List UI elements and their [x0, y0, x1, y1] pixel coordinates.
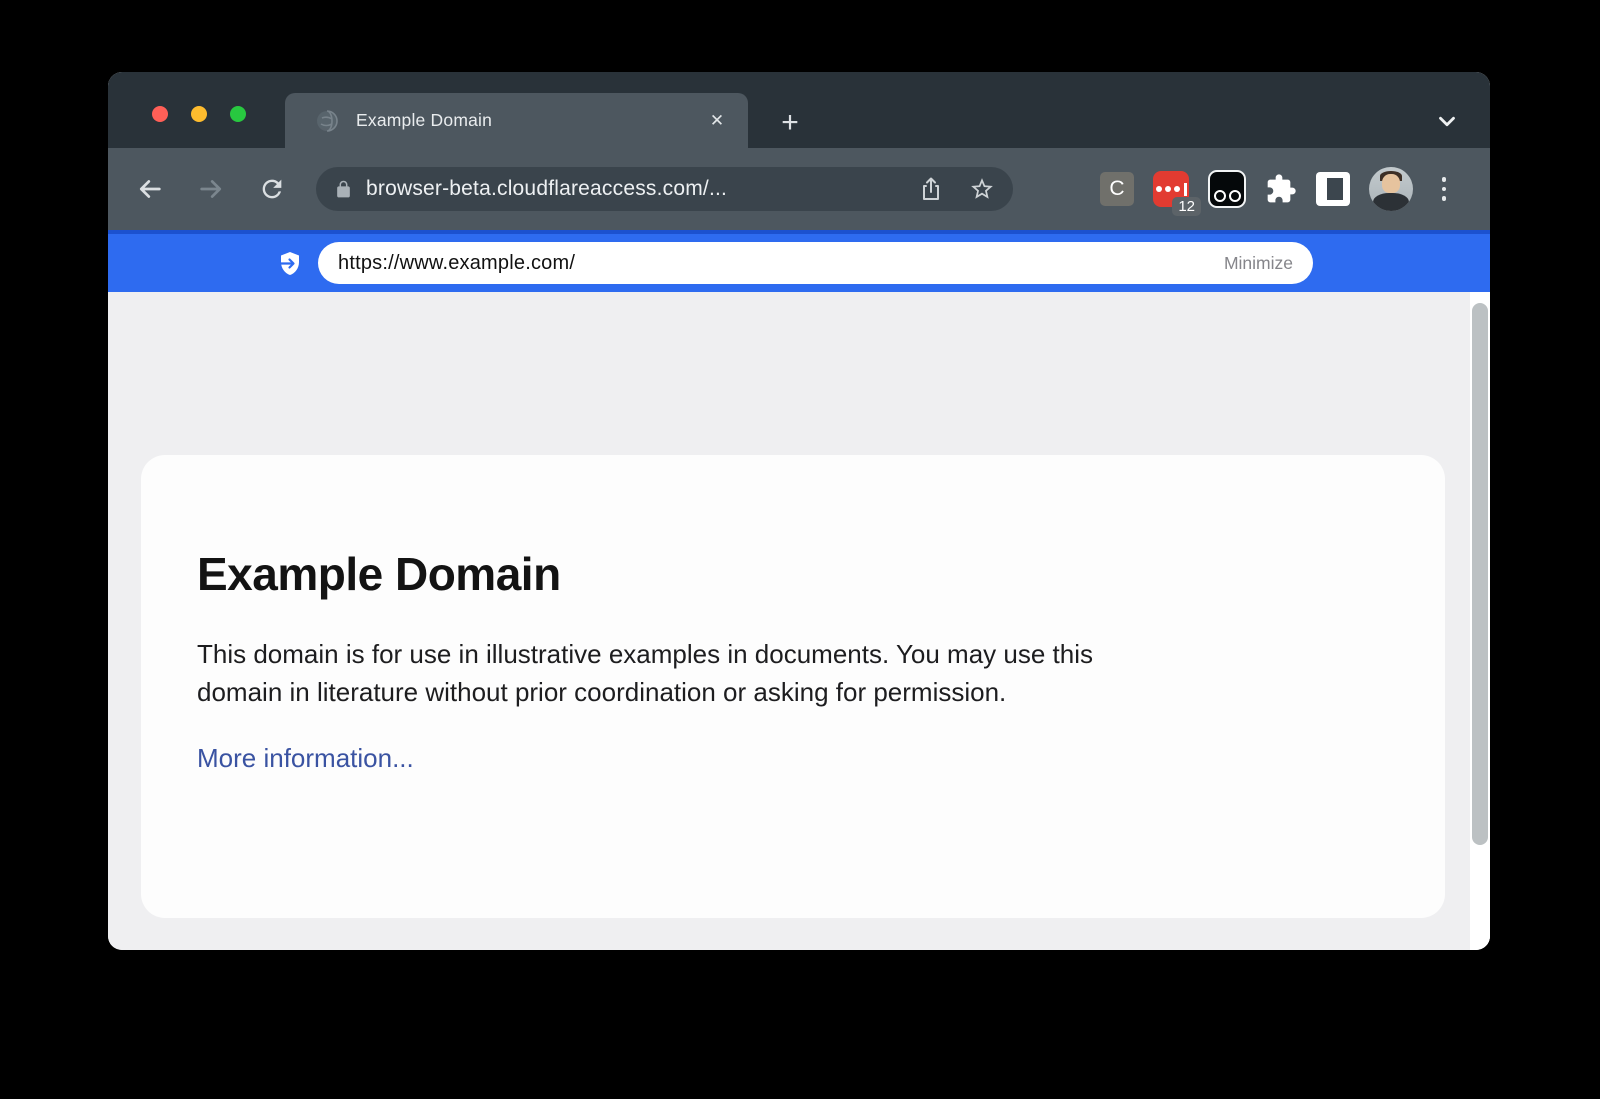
zoom-window-button[interactable] [230, 106, 246, 122]
scrollbar-thumb[interactable] [1472, 303, 1488, 845]
paragraph-line: This domain is for use in illustrative e… [197, 635, 1389, 673]
page-title: Example Domain [197, 547, 1389, 601]
web-page-viewport: Example Domain This domain is for use in… [108, 292, 1490, 950]
bookmark-star-icon[interactable] [969, 176, 995, 202]
new-tab-button[interactable]: + [770, 103, 810, 143]
paragraph-line: domain in literature without prior coord… [197, 673, 1389, 711]
traffic-lights [152, 106, 246, 122]
content-card: Example Domain This domain is for use in… [141, 455, 1445, 918]
share-icon[interactable] [919, 176, 943, 202]
tab-close-icon[interactable]: ✕ [702, 106, 732, 136]
shield-arrow-icon [274, 249, 304, 279]
lock-icon[interactable] [334, 180, 353, 199]
side-panel-icon[interactable] [1316, 172, 1350, 206]
more-information-link[interactable]: More information... [197, 743, 414, 774]
browser-window: Example Domain ✕ + [108, 72, 1490, 950]
extension-badge-count: 12 [1172, 197, 1201, 216]
page-paragraph: This domain is for use in illustrative e… [197, 635, 1389, 711]
reload-button[interactable] [250, 167, 294, 211]
minimize-button[interactable]: Minimize [1224, 253, 1293, 274]
tab-title: Example Domain [356, 110, 492, 131]
address-bar[interactable]: browser-beta.cloudflareaccess.com/... [316, 167, 1013, 211]
minimize-window-button[interactable] [191, 106, 207, 122]
omnibox-actions [919, 176, 995, 202]
isolation-bar: https://www.example.com/ Minimize [108, 230, 1490, 292]
browser-toolbar: browser-beta.cloudflareaccess.com/... C [108, 148, 1490, 230]
extensions-row: C 12 [1100, 167, 1456, 211]
address-bar-url: browser-beta.cloudflareaccess.com/... [366, 177, 727, 201]
tab-favicon-globe-icon [315, 109, 339, 133]
extensions-puzzle-icon[interactable] [1265, 173, 1297, 205]
extension-red-dots-icon[interactable]: 12 [1153, 171, 1189, 207]
tab-strip: Example Domain ✕ + [108, 72, 1490, 148]
isolation-url-input[interactable]: https://www.example.com/ Minimize [318, 242, 1313, 284]
extension-binoculars-icon[interactable] [1208, 170, 1246, 208]
profile-avatar[interactable] [1369, 167, 1413, 211]
close-window-button[interactable] [152, 106, 168, 122]
isolation-url-text: https://www.example.com/ [338, 252, 575, 275]
extension-c-icon[interactable]: C [1100, 172, 1134, 206]
forward-button[interactable] [189, 167, 233, 211]
browser-menu-icon[interactable] [1432, 177, 1456, 201]
tab-search-chevron-down-icon[interactable] [1430, 106, 1464, 136]
back-button[interactable] [128, 167, 172, 211]
active-tab[interactable]: Example Domain ✕ [285, 93, 748, 148]
